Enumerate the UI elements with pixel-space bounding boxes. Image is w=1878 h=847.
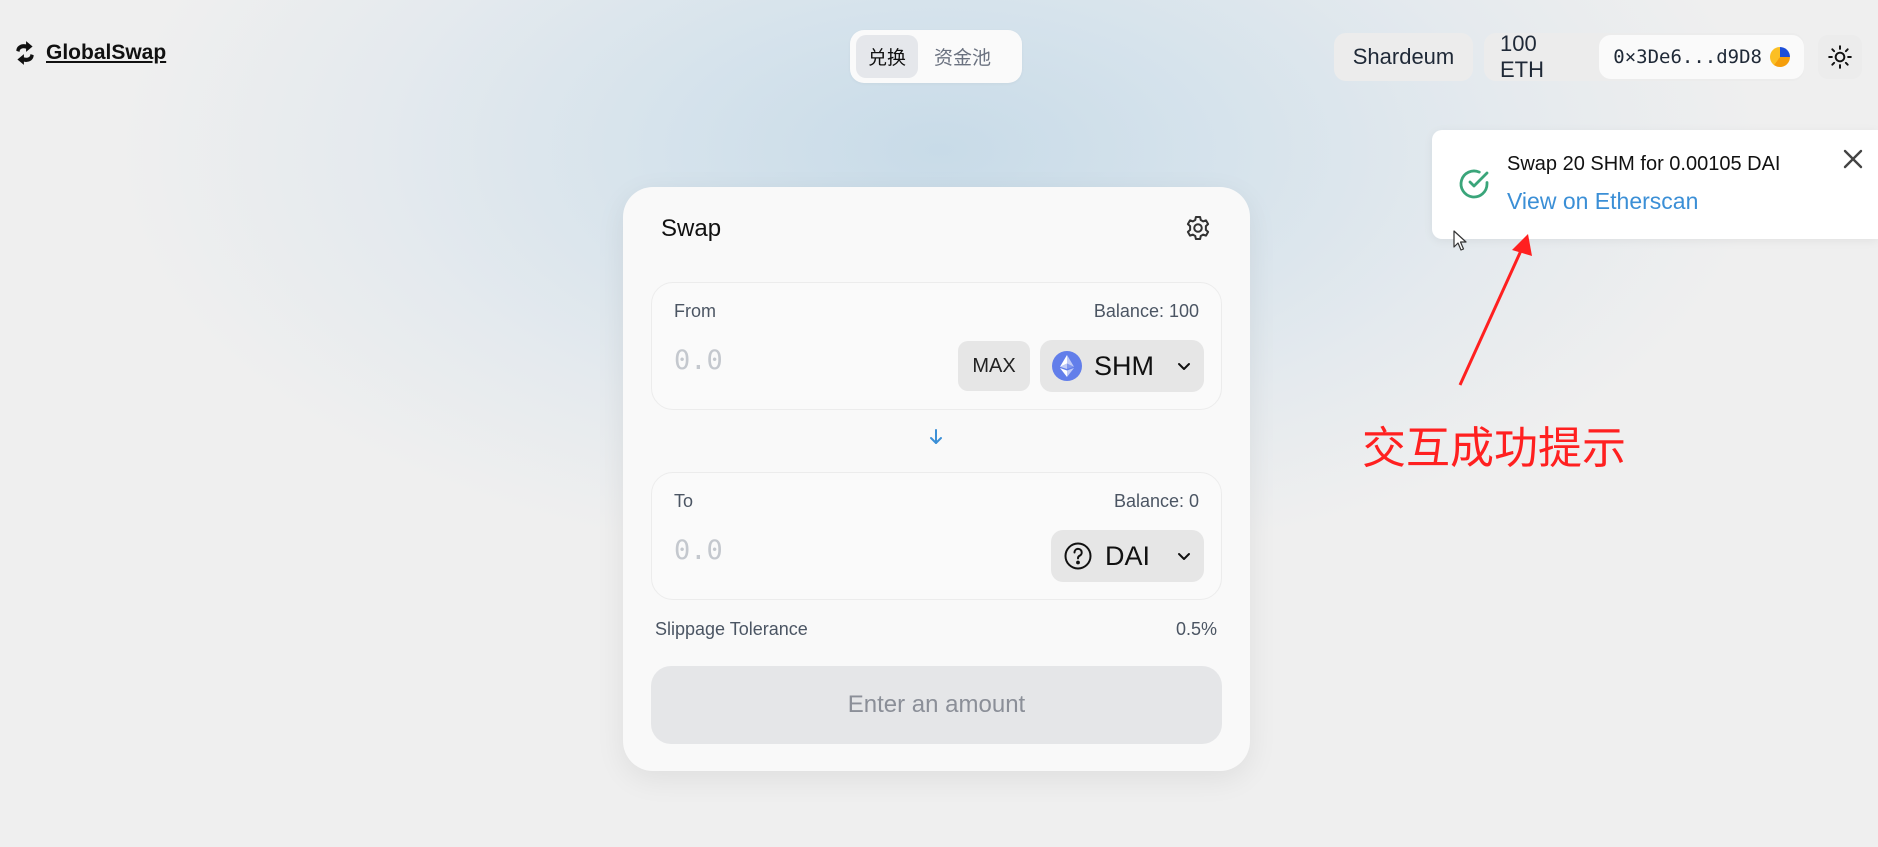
toast-message: Swap 20 SHM for 0.00105 DAI (1507, 153, 1781, 175)
slippage-value[interactable]: 0.5% (1176, 619, 1217, 640)
annotation-arrow (1458, 234, 1532, 386)
theme-toggle-button[interactable] (1818, 35, 1862, 79)
chevron-down-icon (1178, 363, 1190, 370)
top-bar: GlobalSwap 兑换 资金池 Shardeum 100 ETH 0×3De… (0, 0, 1878, 110)
swap-logo-icon (16, 41, 34, 65)
from-token-symbol: SHM (1094, 350, 1154, 381)
wallet-balance: 100 ETH (1500, 31, 1544, 82)
close-toast-button[interactable] (1836, 142, 1870, 176)
avatar (1770, 47, 1790, 67)
wallet-address-button[interactable]: 0×3De6...d9D8 (1599, 35, 1804, 79)
from-balance: Balance: 100 (1093, 301, 1199, 321)
question-circle-icon (1064, 542, 1092, 570)
gear-icon[interactable] (1183, 213, 1213, 243)
logo[interactable]: GlobalSwap (12, 40, 166, 66)
close-icon (1843, 149, 1863, 169)
app-name[interactable]: GlobalSwap (46, 41, 166, 65)
to-panel: To Balance: 0 DAI (651, 472, 1222, 600)
check-circle-icon (1459, 169, 1489, 199)
from-panel: From Balance: 100 MAX SHM (651, 282, 1222, 410)
max-button[interactable]: MAX (958, 341, 1030, 391)
tab-swap[interactable]: 兑换 (856, 35, 919, 78)
to-amount-input[interactable] (674, 535, 934, 566)
from-amount-input[interactable] (674, 345, 934, 376)
arrow-down-icon[interactable] (925, 426, 947, 448)
slippage-label: Slippage Tolerance (655, 619, 808, 639)
annotation-text: 交互成功提示 (1362, 423, 1626, 474)
chevron-down-icon (1178, 553, 1190, 560)
main-nav: 兑换 资金池 (850, 30, 1022, 83)
from-token-selector[interactable]: SHM (1040, 340, 1204, 392)
to-token-symbol: DAI (1105, 540, 1151, 571)
to-label: To (674, 491, 694, 511)
swap-card: Swap From Balance: 100 MAX SHM (623, 187, 1250, 771)
etherscan-link[interactable]: View on Etherscan (1507, 188, 1698, 215)
ethereum-icon (1052, 351, 1082, 381)
sun-icon (1828, 45, 1852, 69)
network-selector[interactable]: Shardeum (1334, 33, 1473, 81)
success-toast: Swap 20 SHM for 0.00105 DAI View on Ethe… (1432, 130, 1878, 239)
from-label: From (674, 301, 716, 321)
tab-pool[interactable]: 资金池 (922, 35, 1003, 78)
to-token-selector[interactable]: DAI (1051, 530, 1204, 582)
to-balance: Balance: 0 (1113, 491, 1199, 511)
wallet-address: 0×3De6...d9D8 (1613, 46, 1762, 68)
swap-title: Swap (661, 215, 722, 242)
wallet-chip[interactable]: 100 ETH 0×3De6...d9D8 (1484, 31, 1804, 82)
enter-amount-button[interactable]: Enter an amount (651, 666, 1222, 744)
